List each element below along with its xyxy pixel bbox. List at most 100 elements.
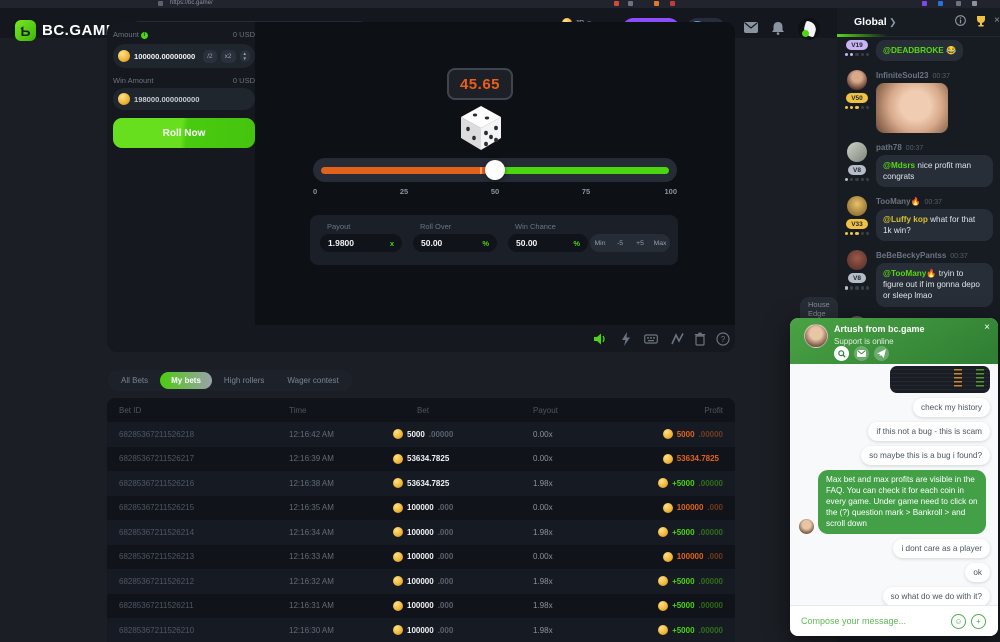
avatar[interactable] — [847, 250, 867, 270]
chat-message: V8path7800:37@Mdsrs nice profit man cong… — [844, 142, 993, 187]
chevron-right-icon[interactable]: ❯ — [889, 17, 897, 28]
bookmark-icon — [158, 1, 163, 6]
mention[interactable]: @Luffy kop — [883, 215, 928, 224]
win-chance-btn-max[interactable]: Max — [650, 240, 670, 247]
trophy-icon[interactable] — [975, 15, 987, 27]
mail-icon[interactable] — [744, 22, 758, 33]
bcgame-logo-icon[interactable]: Ƅ — [15, 20, 36, 41]
telegram-button[interactable] — [874, 346, 889, 361]
half-bet-button[interactable]: /2 — [203, 50, 216, 63]
chat-message: V19@DEADBROKE 😂 — [844, 40, 993, 61]
emoji-icon[interactable]: ☺ — [951, 614, 966, 629]
amount-stepper[interactable]: ▲▼ — [240, 50, 250, 63]
bet-cell: 100000.000 — [393, 552, 533, 562]
attach-icon[interactable]: + — [971, 614, 986, 629]
table-row[interactable]: 6828536721152621512:16:35 AM100000.0000.… — [107, 496, 735, 521]
support-compose-input[interactable]: Compose your message... — [801, 616, 906, 626]
coin-icon — [393, 503, 403, 513]
roll-over-input[interactable]: 50.00% — [413, 234, 497, 252]
close-icon[interactable]: × — [994, 15, 1000, 26]
extension-icon[interactable] — [972, 1, 977, 6]
tab-my-bets[interactable]: My bets — [160, 372, 212, 389]
notification-avatar[interactable] — [798, 18, 820, 40]
table-row[interactable]: 6828536721152621812:16:42 AM5000.000000.… — [107, 422, 735, 447]
extension-icon[interactable] — [938, 1, 943, 6]
extension-icon[interactable] — [654, 1, 659, 6]
bet-id-cell: 68285367211526213 — [119, 552, 289, 561]
hotkeys-icon[interactable] — [644, 332, 658, 346]
close-icon[interactable]: × — [984, 322, 990, 333]
table-row[interactable]: 6828536721152621012:16:30 AM100000.0001.… — [107, 618, 735, 642]
roll-slider[interactable] — [313, 158, 677, 182]
table-row[interactable]: 6828536721152621612:16:38 AM53634.78251.… — [107, 471, 735, 496]
tab-wager-contest[interactable]: Wager contest — [276, 372, 349, 389]
bell-icon[interactable] — [772, 22, 784, 35]
trash-icon[interactable] — [693, 332, 707, 346]
profit-cell: 100000.000 — [663, 552, 723, 562]
slider-tick: 25 — [400, 187, 408, 196]
search-button[interactable] — [834, 346, 849, 361]
chat-gif-image[interactable] — [876, 83, 948, 133]
extension-icon[interactable] — [922, 1, 927, 6]
support-bubbles: check my historyif this not a bug - this… — [798, 366, 990, 606]
mention[interactable]: @Mdsrs — [883, 161, 915, 170]
bet-amount-input[interactable]: 100000.00000000 /2 x2 ▲▼ — [113, 44, 255, 68]
email-button[interactable] — [854, 346, 869, 361]
payout-input[interactable]: 1.9800x — [320, 234, 402, 252]
win-amount-usd: 0 USD — [233, 76, 255, 85]
help-icon[interactable]: ? — [716, 332, 730, 346]
mention[interactable]: @DEADBROKE — [883, 46, 944, 55]
win-chance-btn-plus5[interactable]: +5 — [630, 240, 650, 247]
coin-icon — [393, 454, 403, 464]
table-row[interactable]: 6828536721152621712:16:39 AM53634.78250.… — [107, 447, 735, 472]
info-icon[interactable] — [955, 15, 966, 26]
mention[interactable]: @TooMany🔥 — [883, 269, 937, 278]
support-chat-widget: Artush from bc.game Support is online × … — [790, 318, 998, 636]
chat-username[interactable]: path7800:37 — [876, 143, 993, 152]
slider-knob[interactable] — [485, 160, 505, 180]
live-stats-icon[interactable] — [671, 332, 685, 346]
payout-cell: 1.98x — [533, 577, 629, 586]
coin-icon — [393, 601, 403, 611]
support-image-attachment[interactable] — [890, 366, 990, 393]
table-row[interactable]: 6828536721152621212:16:32 AM100000.0001.… — [107, 569, 735, 594]
avatar[interactable] — [847, 142, 867, 162]
extension-icon[interactable] — [614, 1, 619, 6]
sound-icon[interactable] — [593, 332, 607, 346]
browser-strip: https://bc.game/ — [0, 0, 1000, 8]
coin-icon — [393, 576, 403, 586]
chat-channel-tab[interactable]: Global — [854, 16, 887, 28]
roll-now-button[interactable]: Roll Now — [113, 118, 255, 148]
table-row[interactable]: 6828536721152621412:16:34 AM100000.0001.… — [107, 520, 735, 545]
extension-icon[interactable] — [628, 1, 633, 6]
table-row[interactable]: 6828536721152621312:16:33 AM100000.0000.… — [107, 545, 735, 570]
chat-bubble: @TooMany🔥 tryin to figure out if im gonn… — [876, 263, 993, 306]
win-chance-input[interactable]: 50.00% — [508, 234, 588, 252]
profit-cell: 100000.000 — [663, 503, 723, 513]
chat-username[interactable]: BeBeBeckyPantss00:37 — [876, 251, 993, 260]
browser-url[interactable]: https://bc.game/ — [170, 0, 213, 6]
support-bubble-user: so maybe this is a bug i found? — [861, 446, 990, 465]
mail-icon — [857, 350, 866, 357]
col-payout: Payout — [533, 406, 629, 415]
col-bet-id: Bet ID — [119, 406, 289, 415]
bcgame-logo-text[interactable]: BC.GAME — [42, 22, 116, 39]
currency-toggle-icon[interactable]: i — [141, 32, 148, 39]
win-chance-btn-minus5[interactable]: -5 — [610, 240, 630, 247]
win-amount-input[interactable]: 198000.000000000 — [113, 88, 255, 110]
roll-over-label: Roll Over — [420, 222, 451, 231]
bet-cell: 100000.000 — [393, 503, 533, 513]
chat-username[interactable]: TooMany🔥00:37 — [876, 197, 993, 206]
lightning-icon[interactable] — [619, 332, 633, 346]
extension-icon[interactable] — [670, 1, 675, 6]
avatar[interactable] — [847, 70, 867, 90]
tab-all-bets[interactable]: All Bets — [110, 372, 159, 389]
win-chance-btn-min[interactable]: Min — [590, 240, 610, 247]
table-row[interactable]: 6828536721152621112:16:31 AM100000.0001.… — [107, 594, 735, 619]
avatar[interactable] — [847, 196, 867, 216]
chat-username[interactable]: InfiniteSoul2300:37 — [876, 71, 993, 80]
slider-ticks: 0255075100 — [313, 187, 677, 197]
tab-high-rollers[interactable]: High rollers — [213, 372, 275, 389]
double-bet-button[interactable]: x2 — [221, 50, 236, 63]
extension-icon[interactable] — [956, 1, 961, 6]
